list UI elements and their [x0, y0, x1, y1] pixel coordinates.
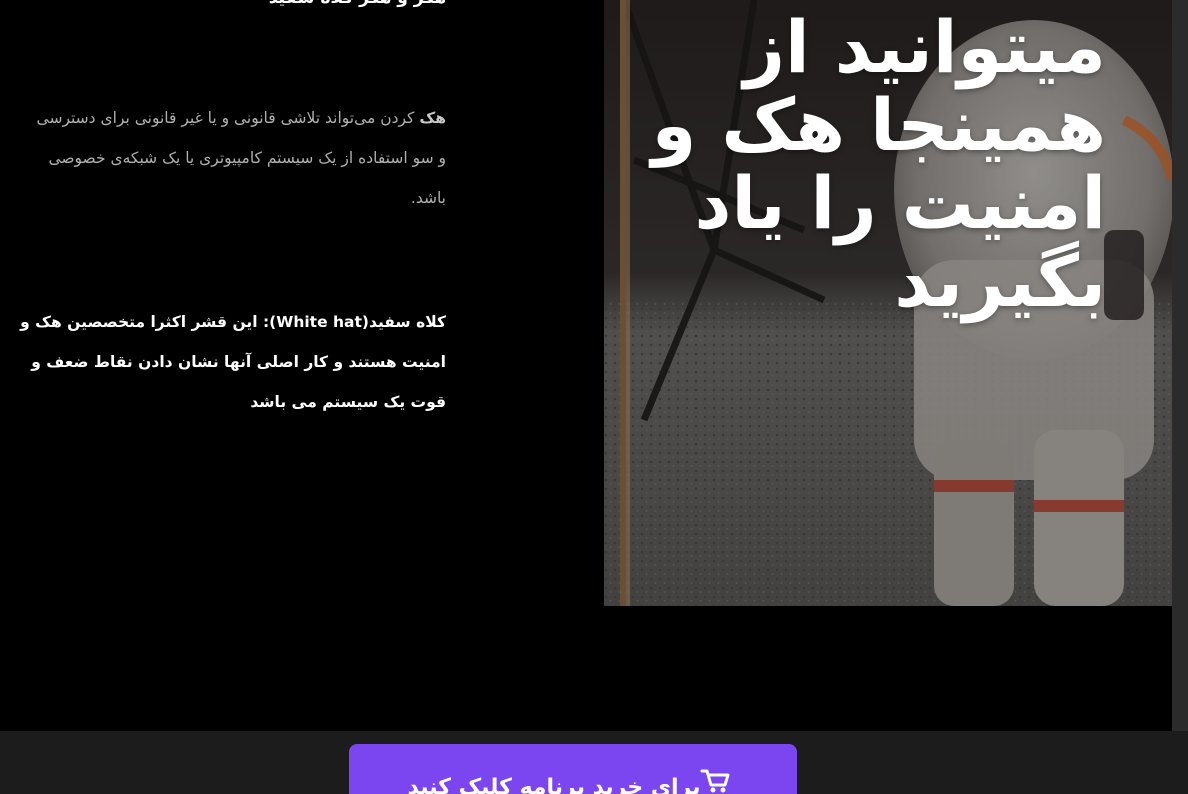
- white-hat-paragraph: کلاه سفید(White hat): این قشر اکثرا متخص…: [20, 313, 446, 411]
- hero-image: میتوانید از همینجا هک و امنیت را یاد بگی…: [604, 0, 1172, 606]
- page: هکر و هکر کلاه سفید هک کردن می‌تواند تلا…: [0, 0, 1172, 731]
- hacking-definition-bold: هک: [419, 109, 446, 127]
- hacking-definition-text: کردن می‌تواند تلاشی قانونی و یا غیر قانو…: [36, 109, 446, 207]
- page-scrollbar[interactable]: [1172, 0, 1188, 731]
- buy-program-button[interactable]: برای خرید برنامه کلیک کنید: [349, 744, 797, 794]
- cart-icon: [700, 744, 730, 794]
- section-heading: هکر و هکر کلاه سفید: [269, 0, 446, 8]
- buy-program-label: برای خرید برنامه کلیک کنید: [407, 775, 701, 794]
- hacking-definition-paragraph: هک کردن می‌تواند تلاشی قانونی و یا غیر ق…: [26, 98, 446, 218]
- hero-title: میتوانید از همینجا هک و امنیت را یاد بگی…: [651, 5, 1106, 323]
